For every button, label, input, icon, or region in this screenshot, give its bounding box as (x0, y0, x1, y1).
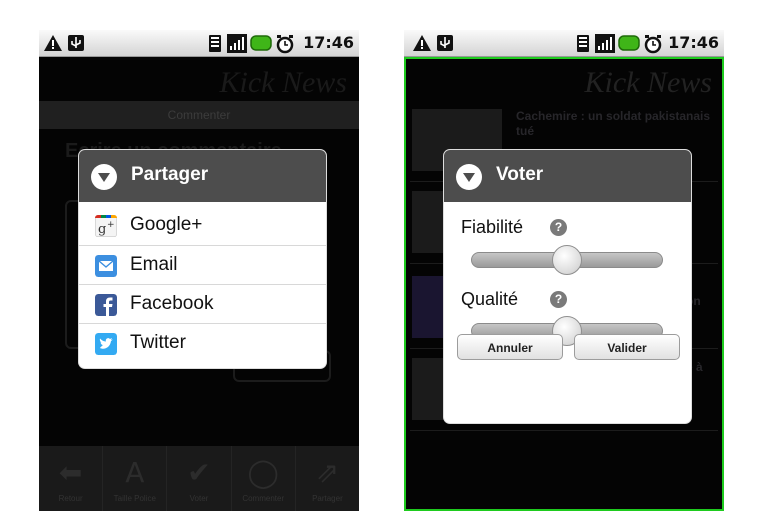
quality-label: Qualité (461, 289, 519, 309)
share-item-facebook[interactable]: Facebook (79, 284, 326, 323)
share-item-twitter[interactable]: Twitter (79, 323, 326, 362)
slider-thumb[interactable] (552, 245, 582, 275)
status-clock: 17:46 (303, 33, 354, 52)
share-item-label: Email (130, 254, 178, 275)
share-list: g + Google+ Email Facebook Twitter (79, 206, 326, 368)
comment-header-bar: Commenter (39, 101, 359, 129)
vote-dialog-header: Voter (444, 150, 691, 202)
share-dialog-header: Partager (79, 150, 326, 202)
battery-icon (250, 35, 272, 51)
nav-font-size[interactable]: A Taille Police (103, 446, 168, 511)
help-icon[interactable]: ? (550, 291, 567, 308)
speech-bubble-icon: ◯ (247, 456, 279, 489)
bottom-nav: ⬅ Retour A Taille Police ✔ Voter ◯ Commenter… (39, 446, 359, 511)
chevron-down-icon (456, 164, 482, 190)
google-plus-icon: g + (95, 215, 117, 237)
warning-icon (413, 35, 431, 51)
usb-icon (437, 35, 453, 51)
vote-dialog-title: Voter (496, 164, 544, 185)
status-clock: 17:46 (668, 33, 719, 52)
vote-dialog: Voter Fiabilité ? Qualité ? Annuler Vali… (444, 150, 691, 423)
check-icon: ✔ (187, 456, 211, 489)
nav-share[interactable]: ⇗ Partager (296, 446, 359, 511)
cancel-button[interactable]: Annuler (457, 334, 563, 360)
svg-text:+: + (107, 220, 115, 230)
share-item-label: Twitter (130, 332, 186, 353)
warning-icon (44, 35, 62, 51)
app-brand: Kick News (584, 66, 713, 99)
share-screen: 17:46 Kick News Commenter Ecrire un comm… (39, 30, 359, 511)
chevron-down-icon (91, 164, 117, 190)
news-title: on (686, 294, 701, 308)
usb-icon (68, 35, 84, 51)
news-title: Cachemire : un soldat pakistanais tué (516, 109, 711, 138)
share-dialog-title: Partager (131, 164, 209, 185)
status-bar: 17:46 (404, 30, 724, 57)
alarm-icon (644, 35, 662, 54)
svg-text:g: g (98, 222, 106, 237)
share-item-label: Google+ (130, 214, 203, 235)
font-size-icon: A (125, 456, 145, 489)
share-dialog: Partager g + Google+ Email Facebook Twitt… (79, 150, 326, 368)
signal-icon (227, 34, 247, 53)
share-item-label: Facebook (130, 293, 214, 314)
help-icon[interactable]: ? (550, 219, 567, 236)
twitter-icon (95, 333, 117, 355)
reliability-slider[interactable] (471, 245, 663, 275)
alarm-icon (276, 35, 294, 54)
sd-card-icon (577, 35, 589, 52)
facebook-icon (95, 294, 117, 316)
signal-icon (595, 34, 615, 53)
back-arrow-icon: ⬅ (58, 456, 83, 489)
reliability-label: Fiabilité (461, 217, 524, 237)
share-item-email[interactable]: Email (79, 245, 326, 284)
app-brand: Kick News (219, 66, 348, 99)
nav-comment[interactable]: ◯ Commenter (232, 446, 296, 511)
nav-back[interactable]: ⬅ Retour (39, 446, 104, 511)
email-icon (95, 255, 117, 277)
sd-card-icon (209, 35, 221, 52)
status-bar: 17:46 (39, 30, 359, 57)
vote-screen: 17:46 Kick News Cachemire : un soldat pa… (404, 30, 724, 511)
battery-icon (618, 35, 640, 51)
news-title: e à (686, 360, 703, 374)
confirm-button[interactable]: Valider (574, 334, 680, 360)
nav-vote[interactable]: ✔ Voter (167, 446, 232, 511)
share-item-google-plus[interactable]: g + Google+ (79, 206, 326, 245)
share-icon: ⇗ (315, 456, 340, 489)
